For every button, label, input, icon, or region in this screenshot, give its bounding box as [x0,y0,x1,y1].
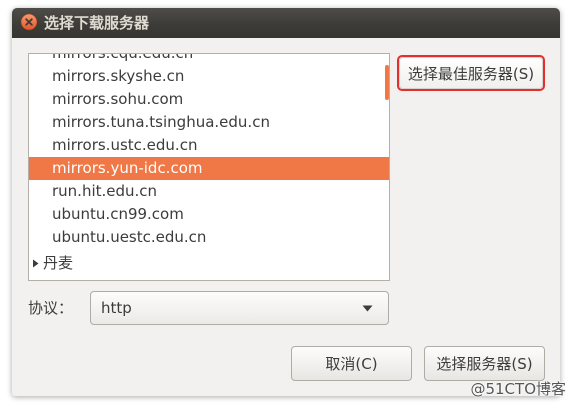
select-best-server-button[interactable]: 选择最佳服务器(S) [399,57,543,89]
protocol-dropdown[interactable]: http [90,291,389,325]
cancel-button[interactable]: 取消(C) [291,346,412,381]
triangle-right-icon[interactable] [32,259,39,268]
server-list-item[interactable]: mirrors.sohu.com [29,88,389,111]
server-list-content: mirrors.cqu.edu.cn mirrors.skyshe.cn mir… [29,54,389,275]
chevron-down-icon [362,305,373,312]
server-list-item[interactable]: mirrors.cqu.edu.cn [29,54,389,65]
server-list-item[interactable]: ubuntu.uestc.edu.cn [29,226,389,249]
country-group-label: 丹麦 [43,254,74,272]
list-scrollbar-thumb[interactable] [385,65,389,100]
protocol-dropdown-value: http [101,299,132,317]
titlebar[interactable]: 选择下载服务器 [12,8,560,38]
server-list-item[interactable]: ubuntu.cn99.com [29,203,389,226]
protocol-label: 协议： [28,299,74,317]
dialog-window: 选择下载服务器 mirrors.cqu.edu.cn mirrors.skysh… [12,8,560,396]
server-list-item[interactable]: run.hit.edu.cn [29,180,389,203]
server-list-item[interactable]: mirrors.skyshe.cn [29,65,389,88]
server-list-item[interactable]: mirrors.tuna.tsinghua.edu.cn [29,111,389,134]
select-server-button[interactable]: 选择服务器(S) [424,346,545,381]
close-icon [20,13,38,31]
server-list-item[interactable]: mirrors.ustc.edu.cn [29,134,389,157]
window-title: 选择下载服务器 [44,14,150,32]
watermark: @51CTO博客 [470,380,566,398]
close-button[interactable] [20,13,38,31]
country-group-row[interactable]: 丹麦 [29,252,389,275]
server-list-item-selected[interactable]: mirrors.yun-idc.com [29,157,389,180]
server-list[interactable]: mirrors.cqu.edu.cn mirrors.skyshe.cn mir… [28,53,390,281]
